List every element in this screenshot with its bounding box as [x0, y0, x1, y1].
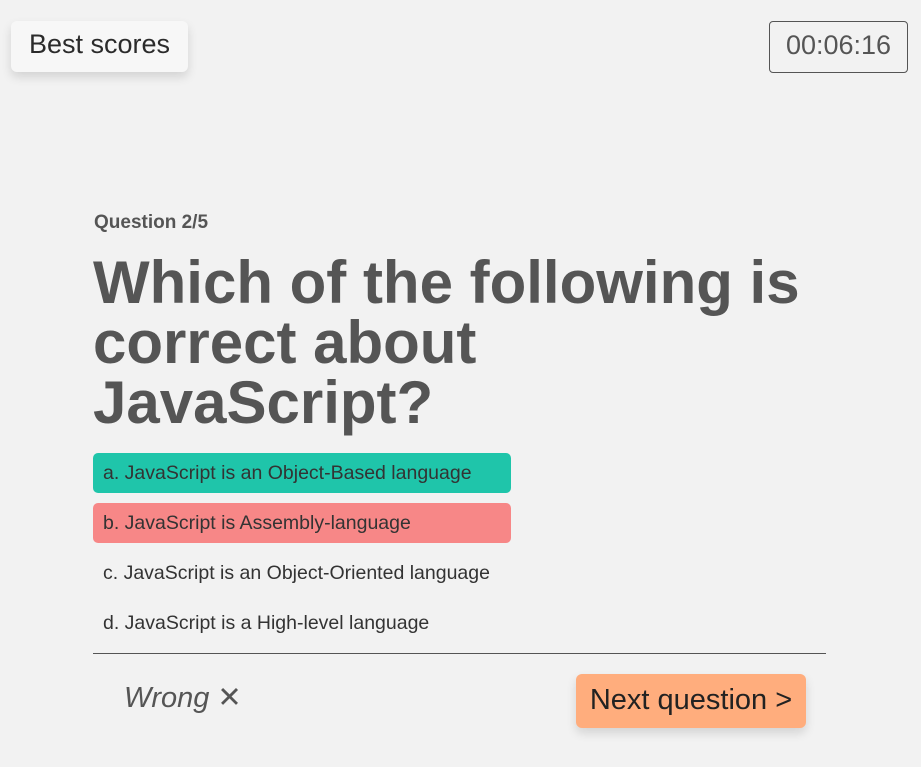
close-x-icon: ✕ — [217, 682, 242, 714]
question-title: Which of the following is correct about … — [93, 249, 800, 436]
answer-label: a. JavaScript is an Object-Based languag… — [103, 461, 472, 484]
result-feedback: Wrong ✕ — [124, 681, 242, 715]
answer-label: d. JavaScript is a High-level language — [103, 611, 430, 634]
timer: 00:06:16 — [769, 21, 908, 73]
result-text: Wrong — [124, 682, 210, 714]
answer-label: b. JavaScript is Assembly-language — [103, 511, 411, 534]
answer-option-a[interactable]: a. JavaScript is an Object-Based languag… — [93, 453, 511, 493]
answer-option-b[interactable]: b. JavaScript is Assembly-language — [93, 503, 511, 543]
answer-label: c. JavaScript is an Object-Oriented lang… — [103, 561, 490, 584]
question-counter: Question 2/5 — [94, 212, 209, 233]
answer-option-d[interactable]: d. JavaScript is a High-level language — [93, 603, 511, 643]
best-scores-button[interactable]: Best scores — [11, 21, 188, 72]
answer-list: a. JavaScript is an Object-Based languag… — [93, 453, 511, 653]
answer-option-c[interactable]: c. JavaScript is an Object-Oriented lang… — [93, 553, 511, 593]
divider — [93, 653, 826, 654]
next-question-button[interactable]: Next question > — [576, 674, 806, 728]
